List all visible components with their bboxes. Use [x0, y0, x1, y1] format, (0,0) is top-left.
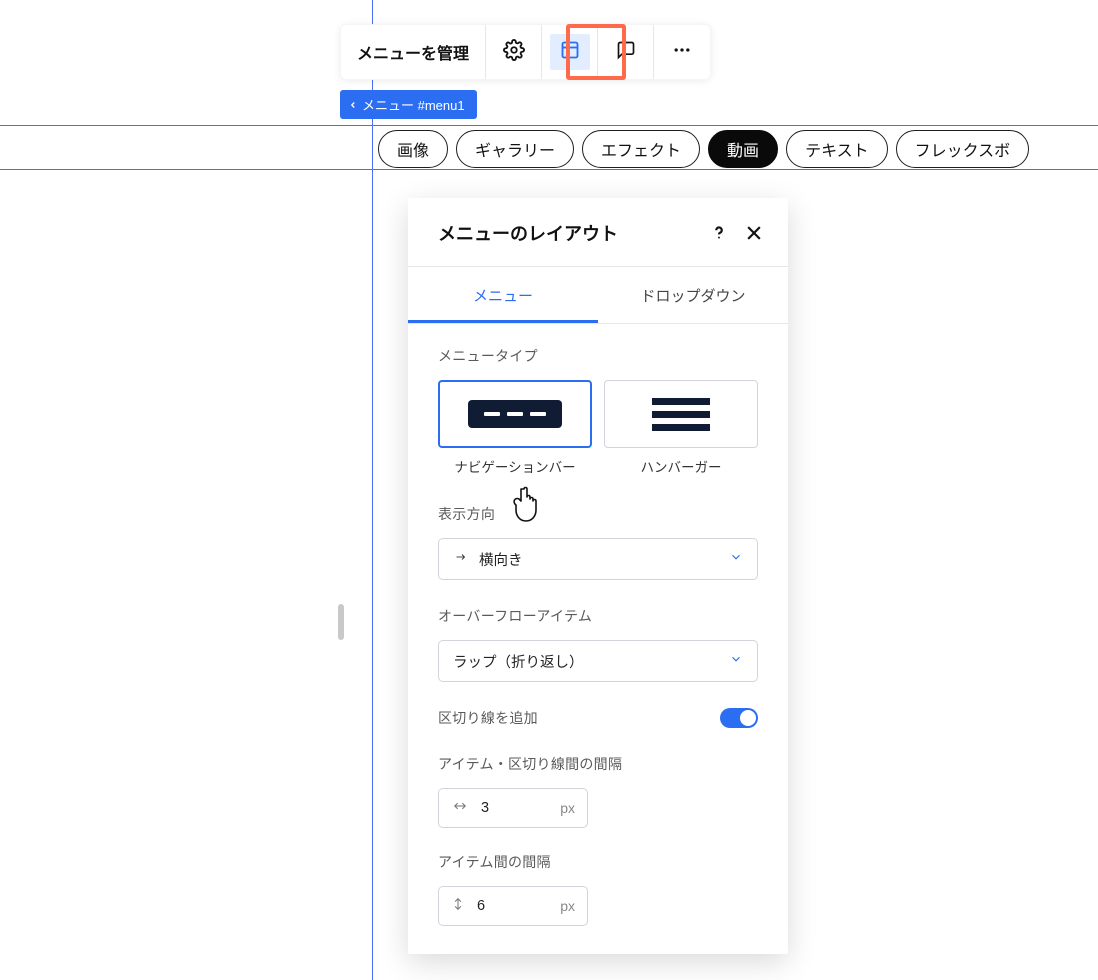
more-button[interactable] — [654, 25, 710, 79]
manage-menu-label: メニューを管理 — [357, 40, 469, 64]
tab-menu[interactable]: メニュー — [408, 267, 598, 323]
item-sep-spacing-input[interactable]: 3 px — [438, 788, 588, 828]
panel-header: メニューのレイアウト — [408, 198, 788, 267]
menu-type-navbar[interactable] — [438, 380, 592, 448]
category-chips: 画像 ギャラリー エフェクト 動画 テキスト フレックスボ — [378, 130, 1098, 168]
vertical-guide — [372, 0, 373, 980]
layout-icon — [560, 40, 580, 65]
chip-effect[interactable]: エフェクト — [582, 130, 700, 168]
comment-button[interactable] — [598, 25, 653, 79]
chip-text[interactable]: テキスト — [786, 130, 888, 168]
menu-type-hamburger[interactable] — [604, 380, 758, 448]
menu-layout-panel: メニューのレイアウト メニュー ドロップダウン メニュータイプ — [408, 198, 788, 954]
item-spacing-label: アイテム間の間隔 — [438, 852, 758, 872]
panel-title: メニューのレイアウト — [438, 220, 618, 246]
chip-gallery[interactable]: ギャラリー — [456, 130, 574, 168]
tab-dropdown[interactable]: ドロップダウン — [598, 267, 788, 323]
item-sep-spacing-unit: px — [560, 800, 575, 816]
overflow-value: ラップ（折り返し） — [453, 651, 584, 672]
menu-type-label: メニュータイプ — [438, 346, 758, 366]
item-spacing-unit: px — [560, 898, 575, 914]
close-icon — [744, 223, 764, 243]
orientation-value: 横向き — [479, 549, 523, 570]
help-button[interactable] — [708, 222, 730, 244]
hamburger-icon — [652, 398, 710, 431]
item-spacing-input[interactable]: 6 px — [438, 886, 588, 926]
chip-video[interactable]: 動画 — [708, 130, 778, 168]
toggle-knob — [740, 710, 756, 726]
close-button[interactable] — [744, 223, 764, 243]
item-spacing-value: 6 — [477, 898, 548, 914]
comment-icon — [616, 40, 636, 65]
manage-menu-button[interactable]: メニューを管理 — [341, 25, 486, 79]
help-icon — [708, 222, 730, 244]
chip-image[interactable]: 画像 — [378, 130, 448, 168]
vertical-resize-icon — [451, 895, 465, 918]
overflow-select[interactable]: ラップ（折り返し） — [438, 640, 758, 682]
chevron-down-icon — [729, 652, 743, 670]
hamburger-option-label: ハンバーガー — [604, 456, 758, 476]
separator-label: 区切り線を追加 — [438, 708, 538, 728]
chip-flexbox[interactable]: フレックスボ — [896, 130, 1030, 168]
settings-button[interactable] — [486, 25, 541, 79]
gear-icon — [503, 39, 525, 66]
horizontal-resize-icon — [451, 799, 469, 818]
chevron-left-icon — [348, 100, 358, 110]
overflow-label: オーバーフローアイテム — [438, 606, 758, 626]
layout-button[interactable] — [542, 25, 597, 79]
breadcrumb[interactable]: メニュー #menu1 — [340, 90, 477, 119]
item-sep-spacing-value: 3 — [481, 800, 548, 816]
drag-handle[interactable] — [338, 604, 344, 640]
panel-tabs: メニュー ドロップダウン — [408, 267, 788, 324]
navbar-option-label: ナビゲーションバー — [438, 456, 592, 476]
more-icon — [672, 40, 692, 65]
breadcrumb-label: メニュー #menu1 — [362, 95, 465, 114]
orientation-label: 表示方向 — [438, 504, 758, 524]
arrow-right-icon — [453, 551, 469, 567]
section-border-top — [0, 125, 1098, 126]
orientation-select[interactable]: 横向き — [438, 538, 758, 580]
section-border-bottom — [0, 169, 1098, 170]
item-sep-spacing-label: アイテム・区切り線間の間隔 — [438, 754, 758, 774]
navbar-icon — [468, 400, 562, 428]
chevron-down-icon — [729, 550, 743, 568]
element-toolbar: メニューを管理 — [340, 24, 711, 80]
separator-toggle[interactable] — [720, 708, 758, 728]
